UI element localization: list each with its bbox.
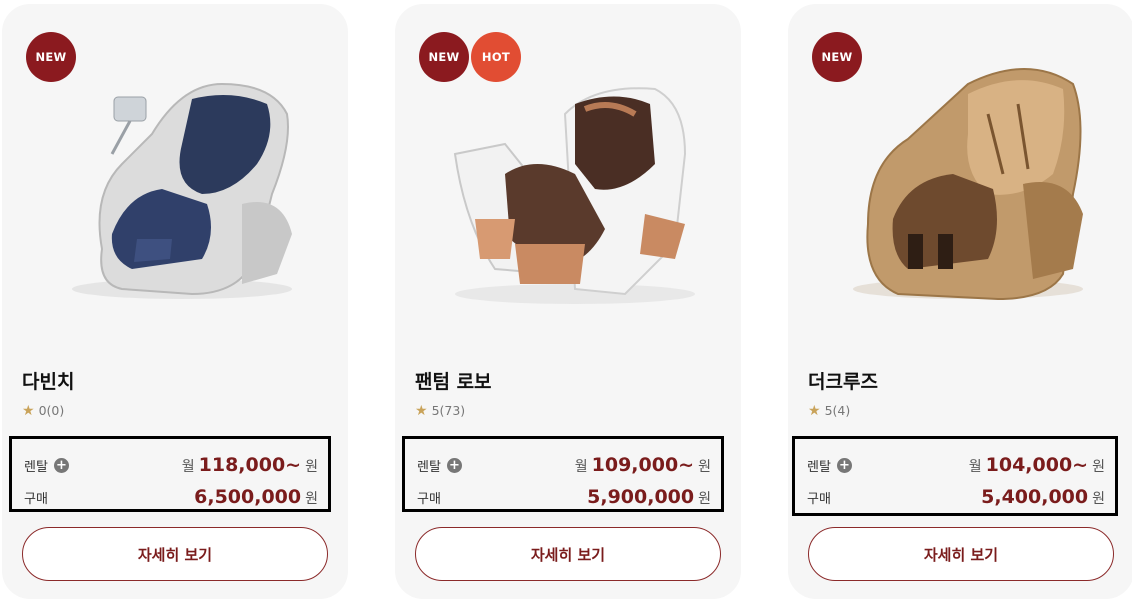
buy-price: 6,500,000 원	[194, 486, 318, 508]
rental-unit: 원	[698, 459, 711, 475]
rating: ★ 5(4)	[808, 403, 850, 418]
rating-value: 0(0)	[38, 403, 65, 418]
buy-unit: 원	[1092, 491, 1105, 507]
buy-row: 구매 5,900,000 원	[417, 483, 711, 511]
rental-label-group: 렌탈 +	[417, 456, 462, 475]
rental-amount: 109,000~	[591, 454, 695, 476]
rating-value: 5(4)	[824, 403, 851, 418]
massage-chair-image[interactable]	[42, 44, 308, 314]
plus-circle-icon[interactable]: +	[446, 457, 462, 473]
buy-amount: 5,900,000	[587, 486, 695, 508]
rental-prefix: 월	[968, 459, 982, 475]
buy-label: 구매	[807, 491, 831, 507]
rental-label: 렌탈	[24, 459, 48, 475]
rating: ★ 5(73)	[415, 403, 465, 418]
massage-chair-image[interactable]	[828, 44, 1094, 314]
buy-label: 구매	[417, 491, 441, 507]
rental-unit: 원	[305, 459, 318, 475]
price-box: 렌탈 + 월 109,000~ 원 구매 5,900,000 원	[402, 436, 724, 512]
star-icon: ★	[22, 402, 35, 419]
rental-amount: 104,000~	[985, 454, 1089, 476]
plus-circle-icon[interactable]: +	[836, 457, 852, 473]
product-name[interactable]: 팬텀 로보	[415, 367, 492, 394]
buy-unit: 원	[305, 491, 318, 507]
buy-label: 구매	[24, 491, 48, 507]
rental-label: 렌탈	[417, 459, 441, 475]
price-box: 렌탈 + 월 104,000~ 원 구매 5,400,000 원	[792, 436, 1118, 516]
massage-chair-image[interactable]	[435, 44, 701, 314]
product-card[interactable]: NEW 다빈치 ★ 0(0) 렌탈 + 월 118,000~ 원 구매 6,50…	[2, 4, 348, 599]
rental-amount: 118,000~	[198, 454, 302, 476]
view-details-button[interactable]: 자세히 보기	[808, 527, 1114, 581]
view-details-button[interactable]: 자세히 보기	[22, 527, 328, 581]
rental-prefix: 월	[574, 459, 588, 475]
rental-row: 렌탈 + 월 109,000~ 원	[417, 451, 711, 479]
product-card[interactable]: NEW HOT 팬텀 로보 ★ 5(73) 렌탈 + 월 109,000~ 원	[395, 4, 741, 599]
buy-unit: 원	[698, 491, 711, 507]
rental-row: 렌탈 + 월 118,000~ 원	[24, 451, 318, 479]
rating: ★ 0(0)	[22, 403, 64, 418]
product-name[interactable]: 더크루즈	[808, 367, 878, 394]
buy-price: 5,400,000 원	[981, 486, 1105, 508]
rental-price: 월 104,000~ 원	[969, 454, 1105, 476]
buy-amount: 5,400,000	[981, 486, 1089, 508]
view-details-button[interactable]: 자세히 보기	[415, 527, 721, 581]
buy-price: 5,900,000 원	[587, 486, 711, 508]
rental-label: 렌탈	[807, 459, 831, 475]
star-icon: ★	[808, 402, 821, 419]
rental-label-group: 렌탈 +	[807, 456, 852, 475]
star-icon: ★	[415, 402, 428, 419]
rental-label-group: 렌탈 +	[24, 456, 69, 475]
buy-row: 구매 6,500,000 원	[24, 483, 318, 511]
rating-value: 5(73)	[431, 403, 466, 418]
plus-circle-icon[interactable]: +	[53, 457, 69, 473]
buy-row: 구매 5,400,000 원	[807, 483, 1105, 511]
rental-row: 렌탈 + 월 104,000~ 원	[807, 451, 1105, 479]
product-card[interactable]: NEW 더크루즈 ★ 5(4) 렌탈 + 월 104,000~ 원 구매 5,4…	[788, 4, 1132, 599]
rental-unit: 원	[1092, 459, 1105, 475]
price-box: 렌탈 + 월 118,000~ 원 구매 6,500,000 원	[9, 436, 331, 512]
rental-price: 월 118,000~ 원	[182, 454, 318, 476]
rental-prefix: 월	[181, 459, 195, 475]
product-name[interactable]: 다빈치	[22, 367, 74, 394]
rental-price: 월 109,000~ 원	[575, 454, 711, 476]
buy-amount: 6,500,000	[194, 486, 302, 508]
